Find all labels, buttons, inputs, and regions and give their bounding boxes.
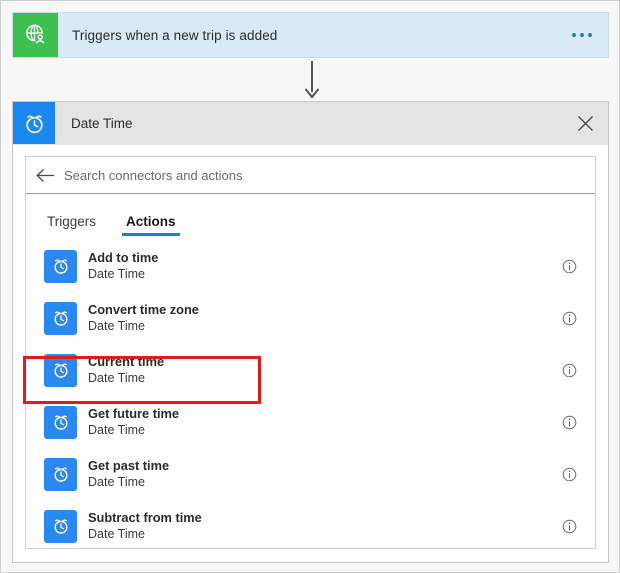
close-icon[interactable] <box>562 102 608 144</box>
list-item[interactable]: Convert time zone Date Time <box>26 296 595 340</box>
list-item[interactable]: Subtract from time Date Time <box>26 504 595 548</box>
action-name: Get future time <box>88 405 180 421</box>
alarm-clock-icon <box>44 301 77 335</box>
list-item[interactable]: Current time Date Time <box>26 348 595 392</box>
action-connector: Date Time <box>88 423 145 438</box>
action-name: Convert time zone <box>88 301 199 317</box>
list-item[interactable]: Add to time Date Time <box>26 244 595 288</box>
globe-user-icon <box>13 13 58 57</box>
search-input[interactable] <box>64 164 595 186</box>
alarm-clock-icon <box>44 353 77 387</box>
alarm-clock-icon <box>13 102 55 144</box>
action-connector: Date Time <box>88 319 145 334</box>
picker-tabs: Triggers Actions <box>26 194 595 236</box>
action-connector: Date Time <box>88 267 145 282</box>
tab-actions[interactable]: Actions <box>122 214 180 236</box>
info-icon[interactable] <box>557 467 581 482</box>
list-item-text: Convert time zone Date Time <box>77 302 557 334</box>
ellipsis-dot <box>588 33 592 37</box>
list-item-text: Add to time Date Time <box>77 250 557 282</box>
list-item-text: Get past time Date Time <box>77 458 557 490</box>
action-name: Get past time <box>88 457 170 473</box>
search-row[interactable] <box>26 157 595 194</box>
action-name: Current time <box>88 353 165 369</box>
action-connector: Date Time <box>88 371 145 386</box>
action-name: Add to time <box>88 249 159 265</box>
list-item-text: Get future time Date Time <box>77 406 557 438</box>
tab-triggers[interactable]: Triggers <box>43 214 100 237</box>
alarm-clock-icon <box>44 249 77 283</box>
info-icon[interactable] <box>557 519 581 534</box>
action-connector: Date Time <box>88 475 145 490</box>
picker-body: Triggers Actions <box>25 156 596 549</box>
info-icon[interactable] <box>557 311 581 326</box>
trigger-card[interactable]: Triggers when a new trip is added <box>12 12 609 58</box>
alarm-clock-icon <box>44 457 77 491</box>
picker-title: Date Time <box>71 115 133 131</box>
actions-list: Add to time Date Time Convert time zone … <box>26 244 595 548</box>
info-icon[interactable] <box>557 259 581 274</box>
ellipsis-dot <box>572 33 576 37</box>
alarm-clock-icon <box>44 509 77 543</box>
alarm-clock-icon <box>44 405 77 439</box>
trigger-title: Triggers when a new trip is added <box>72 27 278 43</box>
list-item-text: Current time Date Time <box>77 354 557 386</box>
connector-picker-panel: Date Time Trigg <box>12 101 609 563</box>
designer-canvas: Triggers when a new trip is added Date T… <box>0 0 620 573</box>
action-name: Subtract from time <box>88 509 202 525</box>
trigger-overflow-menu-button[interactable] <box>568 13 608 57</box>
list-item[interactable]: Get past time Date Time <box>26 452 595 496</box>
down-arrow-icon <box>304 61 320 99</box>
info-icon[interactable] <box>557 415 581 430</box>
list-item-text: Subtract from time Date Time <box>77 510 557 542</box>
action-connector: Date Time <box>88 527 145 542</box>
ellipsis-dot <box>580 33 584 37</box>
list-item[interactable]: Get future time Date Time <box>26 400 595 444</box>
info-icon[interactable] <box>557 363 581 378</box>
back-arrow-icon[interactable] <box>36 168 64 183</box>
picker-header: Date Time <box>13 102 608 145</box>
